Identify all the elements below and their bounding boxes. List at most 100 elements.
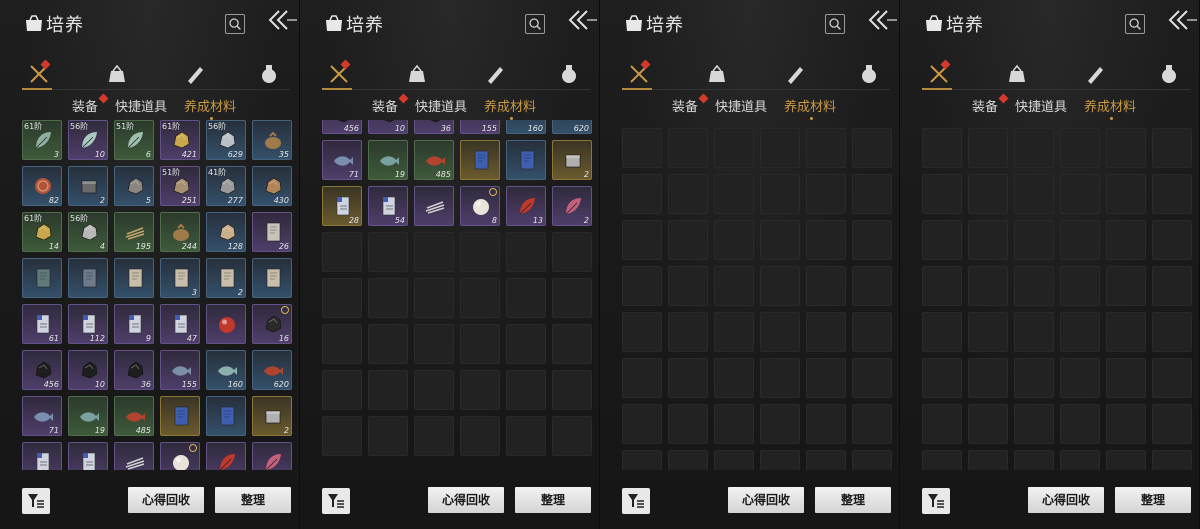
- inventory-slot[interactable]: 71: [22, 396, 62, 436]
- tab-quick-items[interactable]: 快捷道具: [715, 96, 767, 115]
- inventory-slot[interactable]: [160, 442, 200, 470]
- inventory-slot[interactable]: [460, 140, 500, 180]
- inventory-slot[interactable]: [252, 258, 292, 298]
- inventory-slot[interactable]: [206, 442, 246, 470]
- inventory-slot[interactable]: 5: [114, 166, 154, 206]
- inventory-slot[interactable]: 61: [22, 304, 62, 344]
- back-button[interactable]: [265, 8, 297, 32]
- sort-button[interactable]: 整理: [215, 487, 291, 513]
- category-pouch-tab[interactable]: [106, 63, 128, 85]
- inventory-slot[interactable]: 51阶 6: [114, 120, 154, 160]
- category-scroll-tab[interactable]: [1084, 63, 1106, 85]
- inventory-slot[interactable]: 160: [506, 120, 546, 134]
- filter-button[interactable]: [922, 488, 950, 514]
- tab-materials[interactable]: 养成材料: [784, 96, 836, 120]
- inventory-slot[interactable]: 195: [114, 212, 154, 252]
- category-scroll-tab[interactable]: [184, 63, 206, 85]
- inventory-slot[interactable]: 51阶 251: [160, 166, 200, 206]
- category-equipment-tab[interactable]: [328, 59, 351, 85]
- inventory-slot[interactable]: 8: [460, 186, 500, 226]
- inventory-slot[interactable]: 56阶 4: [68, 212, 108, 252]
- back-button[interactable]: [1165, 8, 1197, 32]
- category-potion-tab[interactable]: [258, 63, 280, 85]
- inventory-slot[interactable]: 19: [68, 396, 108, 436]
- inventory-slot[interactable]: 2: [552, 140, 592, 180]
- inventory-slot[interactable]: [206, 396, 246, 436]
- sort-button[interactable]: 整理: [515, 487, 591, 513]
- inventory-slot[interactable]: 61阶 421: [160, 120, 200, 160]
- inventory-slot[interactable]: [68, 258, 108, 298]
- inventory-slot[interactable]: 430: [252, 166, 292, 206]
- inventory-slot[interactable]: 13: [506, 186, 546, 226]
- inventory-slot[interactable]: [160, 396, 200, 436]
- inventory-slot[interactable]: 26: [252, 212, 292, 252]
- inventory-slot[interactable]: 36: [414, 120, 454, 134]
- inventory-slot[interactable]: [252, 442, 292, 470]
- filter-button[interactable]: [622, 488, 650, 514]
- inventory-slot[interactable]: [414, 186, 454, 226]
- tab-materials[interactable]: 养成材料: [184, 96, 236, 120]
- inventory-slot[interactable]: 16: [252, 304, 292, 344]
- inventory-slot[interactable]: 128: [206, 212, 246, 252]
- inventory-slot[interactable]: 2: [552, 186, 592, 226]
- inventory-slot[interactable]: 2: [252, 396, 292, 436]
- tab-equipment[interactable]: 装备: [672, 93, 709, 115]
- inventory-slot[interactable]: 36: [114, 350, 154, 390]
- inventory-slot[interactable]: 41阶 277: [206, 166, 246, 206]
- inventory-slot[interactable]: 54: [368, 186, 408, 226]
- recycle-button[interactable]: 心得回收: [728, 487, 804, 513]
- search-button[interactable]: [825, 14, 845, 34]
- inventory-slot[interactable]: 160: [206, 350, 246, 390]
- inventory-slot[interactable]: 9: [114, 304, 154, 344]
- inventory-slot[interactable]: [22, 442, 62, 470]
- category-equipment-tab[interactable]: [28, 59, 51, 85]
- inventory-slot[interactable]: 620: [552, 120, 592, 134]
- inventory-slot[interactable]: [22, 258, 62, 298]
- inventory-slot[interactable]: 112: [68, 304, 108, 344]
- inventory-slot[interactable]: 244: [160, 212, 200, 252]
- filter-button[interactable]: [22, 488, 50, 514]
- inventory-slot[interactable]: 10: [68, 350, 108, 390]
- inventory-slot[interactable]: 71: [322, 140, 362, 180]
- inventory-slot[interactable]: 456: [322, 120, 362, 134]
- inventory-slot[interactable]: [506, 140, 546, 180]
- inventory-slot[interactable]: 47: [160, 304, 200, 344]
- recycle-button[interactable]: 心得回收: [128, 487, 204, 513]
- tab-quick-items[interactable]: 快捷道具: [1015, 96, 1067, 115]
- inventory-slot[interactable]: 2: [206, 258, 246, 298]
- inventory-slot[interactable]: 485: [114, 396, 154, 436]
- category-scroll-tab[interactable]: [784, 63, 806, 85]
- category-pouch-tab[interactable]: [406, 63, 428, 85]
- back-button[interactable]: [865, 8, 897, 32]
- recycle-button[interactable]: 心得回收: [428, 487, 504, 513]
- category-potion-tab[interactable]: [1158, 63, 1180, 85]
- inventory-slot[interactable]: 19: [368, 140, 408, 180]
- recycle-button[interactable]: 心得回收: [1028, 487, 1104, 513]
- sort-button[interactable]: 整理: [1115, 487, 1191, 513]
- inventory-slot[interactable]: [68, 442, 108, 470]
- category-potion-tab[interactable]: [858, 63, 880, 85]
- inventory-slot[interactable]: 10: [368, 120, 408, 134]
- category-pouch-tab[interactable]: [1006, 63, 1028, 85]
- category-pouch-tab[interactable]: [706, 63, 728, 85]
- inventory-slot[interactable]: 56阶 10: [68, 120, 108, 160]
- inventory-slot[interactable]: 620: [252, 350, 292, 390]
- inventory-slot[interactable]: 3: [160, 258, 200, 298]
- inventory-slot[interactable]: 485: [414, 140, 454, 180]
- inventory-slot[interactable]: [206, 304, 246, 344]
- tab-equipment[interactable]: 装备: [972, 93, 1009, 115]
- search-button[interactable]: [1125, 14, 1145, 34]
- filter-button[interactable]: [322, 488, 350, 514]
- tab-quick-items[interactable]: 快捷道具: [415, 96, 467, 115]
- inventory-slot[interactable]: 2: [68, 166, 108, 206]
- inventory-slot[interactable]: 82: [22, 166, 62, 206]
- tab-equipment[interactable]: 装备: [372, 93, 409, 115]
- inventory-slot[interactable]: 155: [460, 120, 500, 134]
- inventory-slot[interactable]: 56阶 629: [206, 120, 246, 160]
- inventory-slot[interactable]: 35: [252, 120, 292, 160]
- inventory-slot[interactable]: 456: [22, 350, 62, 390]
- inventory-slot[interactable]: 28: [322, 186, 362, 226]
- category-equipment-tab[interactable]: [628, 59, 651, 85]
- tab-materials[interactable]: 养成材料: [484, 96, 536, 120]
- category-scroll-tab[interactable]: [484, 63, 506, 85]
